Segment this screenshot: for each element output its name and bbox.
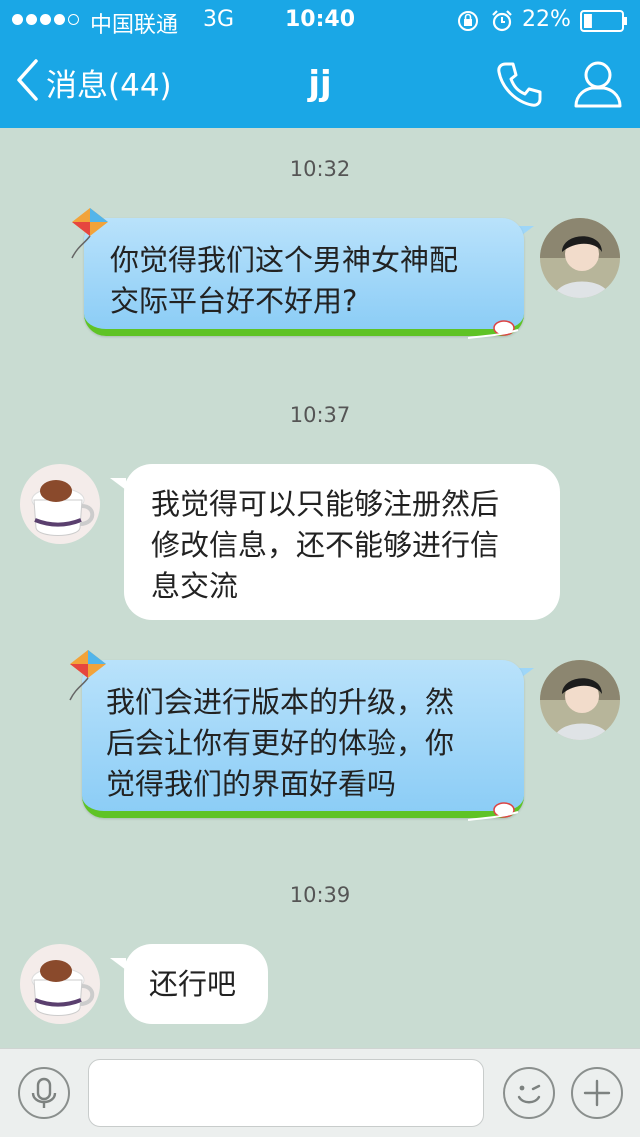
message-timestamp: 10:32 <box>289 157 351 181</box>
message-line: 修改信息，还不能够进行信 <box>151 528 500 562</box>
message-line: 我们会进行版本的升级，然 <box>106 685 455 719</box>
alarm-icon <box>490 9 514 39</box>
microphone-icon <box>20 1077 68 1121</box>
input-bar <box>0 1048 640 1137</box>
kite-icon <box>68 206 112 264</box>
my-avatar[interactable] <box>540 660 620 740</box>
contact-avatar[interactable] <box>20 944 100 1024</box>
message-line: 后会让你有更好的体验，你 <box>106 726 455 760</box>
message-bubble-incoming[interactable]: 我觉得可以只能够注册然后 修改信息，还不能够进行信 息交流 <box>124 464 560 620</box>
plus-icon <box>573 1079 621 1121</box>
battery-icon <box>580 10 628 38</box>
kite-icon <box>66 648 110 706</box>
my-avatar[interactable] <box>540 218 620 298</box>
chat-title: jj <box>308 64 332 104</box>
phone-icon <box>494 62 544 114</box>
battery-percentage: 22% <box>522 7 571 32</box>
emoji-icon <box>505 1084 553 1121</box>
more-button[interactable] <box>571 1067 623 1119</box>
decoration-icon <box>467 316 520 346</box>
message-bubble-incoming[interactable]: 还行吧 <box>124 944 268 1024</box>
message-line: 息交流 <box>151 569 239 603</box>
call-button[interactable] <box>494 60 544 114</box>
emoji-button[interactable] <box>503 1067 555 1119</box>
message-line: 交际平台好不好用? <box>110 284 358 318</box>
decoration-icon <box>467 798 520 828</box>
person-icon <box>572 61 624 114</box>
rotation-lock-icon <box>456 9 480 39</box>
message-timestamp: 10:39 <box>289 883 351 907</box>
voice-button[interactable] <box>18 1067 70 1119</box>
status-bar: 中国联通 3G 10:40 22% <box>0 0 640 40</box>
message-bubble-outgoing[interactable]: 你觉得我们这个男神女神配 交际平台好不好用? <box>84 218 524 336</box>
message-line: 觉得我们的界面好看吗 <box>106 767 397 801</box>
message-line: 还行吧 <box>149 967 237 1001</box>
message-input[interactable] <box>88 1059 484 1127</box>
message-timestamp: 10:37 <box>289 403 351 427</box>
contact-avatar[interactable] <box>20 464 100 544</box>
message-line: 我觉得可以只能够注册然后 <box>151 487 500 521</box>
profile-button[interactable] <box>572 58 624 114</box>
message-line: 你觉得我们这个男神女神配 <box>110 243 459 277</box>
navigation-bar: 消息(44) jj <box>0 40 640 128</box>
message-bubble-outgoing[interactable]: 我们会进行版本的升级，然 后会让你有更好的体验，你 觉得我们的界面好看吗 <box>82 660 524 818</box>
top-bar: 中国联通 3G 10:40 22% 消息(44) jj <box>0 0 640 128</box>
